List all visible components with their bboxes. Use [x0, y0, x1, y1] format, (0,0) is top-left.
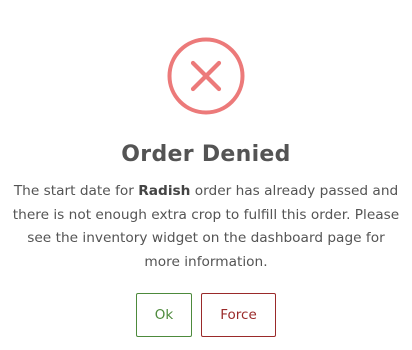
dialog-title: Order Denied — [121, 142, 291, 167]
dialog-message: The start date for Radish order has alre… — [12, 180, 400, 274]
ok-button[interactable]: Ok — [136, 293, 192, 337]
message-prefix: The start date for — [13, 183, 139, 199]
error-x-icon — [167, 37, 245, 115]
force-button[interactable]: Force — [201, 293, 276, 337]
order-denied-dialog: Order Denied The start date for Radish o… — [0, 0, 412, 350]
crop-name: Radish — [138, 183, 191, 199]
